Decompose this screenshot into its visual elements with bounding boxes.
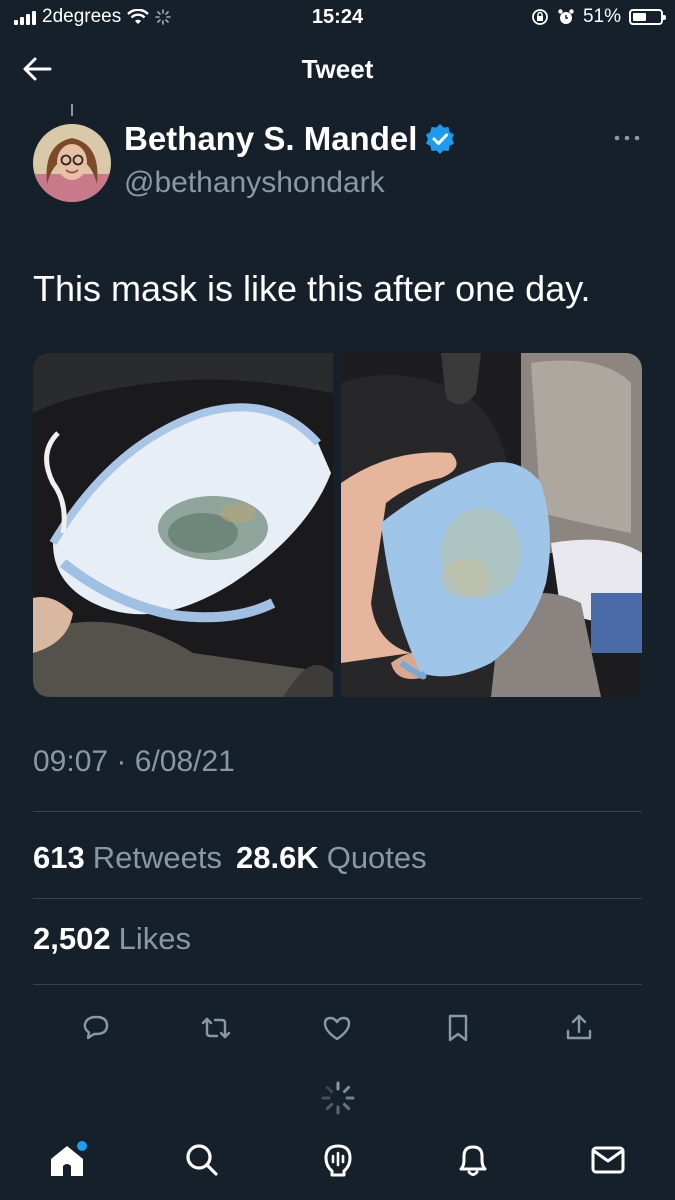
- alarm-icon: [558, 9, 574, 24]
- battery-icon: [629, 9, 666, 25]
- tab-messages[interactable]: [578, 1130, 638, 1190]
- top-nav: Tweet: [0, 40, 675, 100]
- home-icon: [51, 1141, 87, 1176]
- retweets-label: Retweets: [92, 840, 222, 875]
- thread-line: [71, 104, 73, 116]
- status-bar: 2degrees 15:24 51%: [0, 0, 675, 36]
- author-name: Bethany S. Mandel: [124, 120, 418, 157]
- retweet-icon: [201, 1017, 231, 1039]
- tweet-time: 09:07: [33, 745, 109, 778]
- loading-spinner-icon: [320, 1080, 356, 1116]
- mask-photo-left[interactable]: [33, 353, 333, 697]
- author-name-row[interactable]: Bethany S. Mandel: [124, 120, 455, 158]
- like-button[interactable]: [315, 1008, 359, 1048]
- battery-percent: 51%: [582, 6, 621, 27]
- likes-label: Likes: [118, 921, 191, 956]
- messages-icon: [591, 1146, 625, 1174]
- page-title: Tweet: [301, 54, 374, 84]
- divider: [33, 811, 642, 812]
- more-options-button[interactable]: [612, 128, 642, 148]
- tweet-timestamp: 09:07 · 6/08/21: [33, 745, 235, 779]
- reply-button[interactable]: [74, 1008, 118, 1048]
- quotes-label: Quotes: [326, 840, 427, 875]
- retweet-button[interactable]: [194, 1008, 238, 1048]
- likes-stat[interactable]: 2,502 Likes: [33, 921, 191, 957]
- avatar-image: [33, 124, 111, 202]
- like-icon: [323, 1016, 351, 1041]
- tweet-actions: [0, 1008, 675, 1048]
- timestamp-separator: ·: [116, 745, 127, 778]
- likes-row: 2,502 Likes: [33, 921, 191, 957]
- bookmark-button[interactable]: [436, 1008, 480, 1048]
- tab-notifications[interactable]: [443, 1130, 503, 1190]
- share-button[interactable]: [557, 1008, 601, 1048]
- author-handle: @bethanyshondark: [124, 166, 385, 199]
- tab-spaces[interactable]: [308, 1130, 368, 1190]
- search-icon: [186, 1144, 218, 1176]
- bottom-tab-bar: [0, 1130, 675, 1190]
- more-icon: [614, 135, 640, 141]
- tab-search[interactable]: [172, 1130, 232, 1190]
- mask-photo-right[interactable]: [341, 353, 642, 697]
- likes-count: 2,502: [33, 921, 111, 956]
- avatar[interactable]: [33, 124, 111, 202]
- notifications-icon: [459, 1145, 487, 1176]
- share-icon: [566, 1014, 592, 1040]
- engagement-row: 613 Retweets 28.6K Quotes: [33, 840, 427, 876]
- spaces-icon: [324, 1144, 352, 1177]
- tweet-media: [33, 353, 642, 697]
- quotes-count: 28.6K: [235, 840, 319, 875]
- bookmark-icon: [448, 1014, 468, 1042]
- quotes-stat[interactable]: 28.6K Quotes: [236, 840, 427, 876]
- orientation-lock-icon: [532, 9, 548, 25]
- status-right: 51%: [531, 6, 666, 28]
- tweet-date: 6/08/21: [134, 745, 235, 778]
- divider: [33, 898, 642, 899]
- tweet-text: This mask is like this after one day.: [33, 268, 591, 309]
- retweets-stat[interactable]: 613 Retweets: [33, 840, 222, 876]
- verified-badge-icon: [426, 124, 455, 154]
- divider: [33, 984, 642, 985]
- retweets-count: 613: [33, 840, 85, 875]
- tab-home[interactable]: [37, 1130, 97, 1190]
- reply-icon: [83, 1015, 109, 1040]
